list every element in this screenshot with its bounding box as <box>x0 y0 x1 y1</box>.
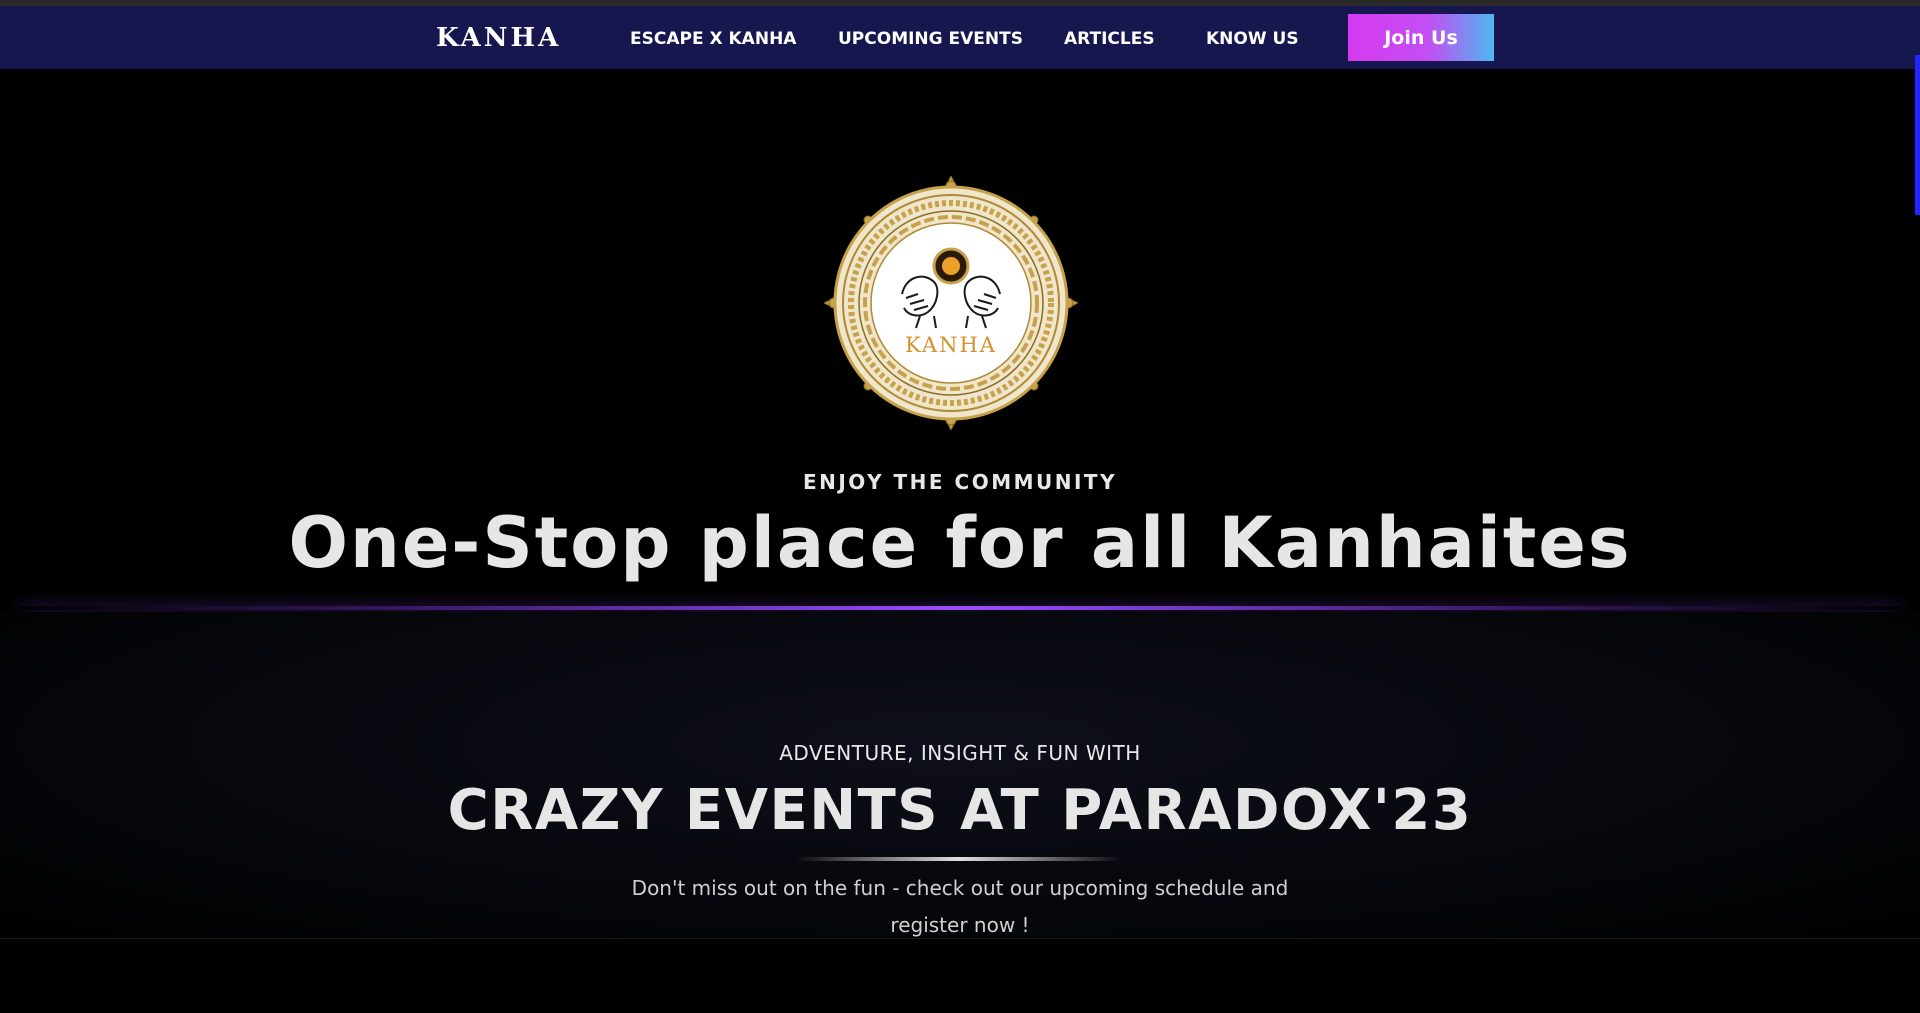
kanha-emblem-logo: KANHA <box>822 174 1080 432</box>
nav-escape-x-kanha[interactable]: ESCAPE X KANHA <box>630 29 796 49</box>
join-us-button[interactable]: Join Us <box>1348 14 1494 61</box>
events-description: Don't miss out on the fun - check out ou… <box>631 876 1289 937</box>
nav-articles[interactable]: ARTICLES <box>1064 29 1155 49</box>
page: KANHA ESCAPE X KANHA UPCOMING EVENTS ART… <box>0 0 1920 1013</box>
scroll-indicator[interactable] <box>1915 55 1920 215</box>
hero-title: One-Stop place for all Kanhaites <box>288 502 1632 584</box>
section-bottom-rule <box>0 938 1920 939</box>
emblem-icon <box>822 174 1080 432</box>
hero-kicker: ENJOY THE COMMUNITY <box>802 470 1118 494</box>
purple-glow-divider <box>20 606 1900 610</box>
main-nav: ESCAPE X KANHA UPCOMING EVENTS ARTICLES … <box>0 29 1920 53</box>
emblem-text: KANHA <box>905 333 997 357</box>
events-title: CRAZY EVENTS AT PARADOX'23 <box>447 778 1473 843</box>
nav-upcoming-events[interactable]: UPCOMING EVENTS <box>838 29 1023 49</box>
silver-divider <box>796 857 1122 861</box>
events-kicker: ADVENTURE, INSIGHT & FUN WITH <box>779 741 1141 765</box>
nav-know-us[interactable]: KNOW US <box>1206 29 1299 49</box>
top-navbar: KANHA ESCAPE X KANHA UPCOMING EVENTS ART… <box>0 0 1920 69</box>
